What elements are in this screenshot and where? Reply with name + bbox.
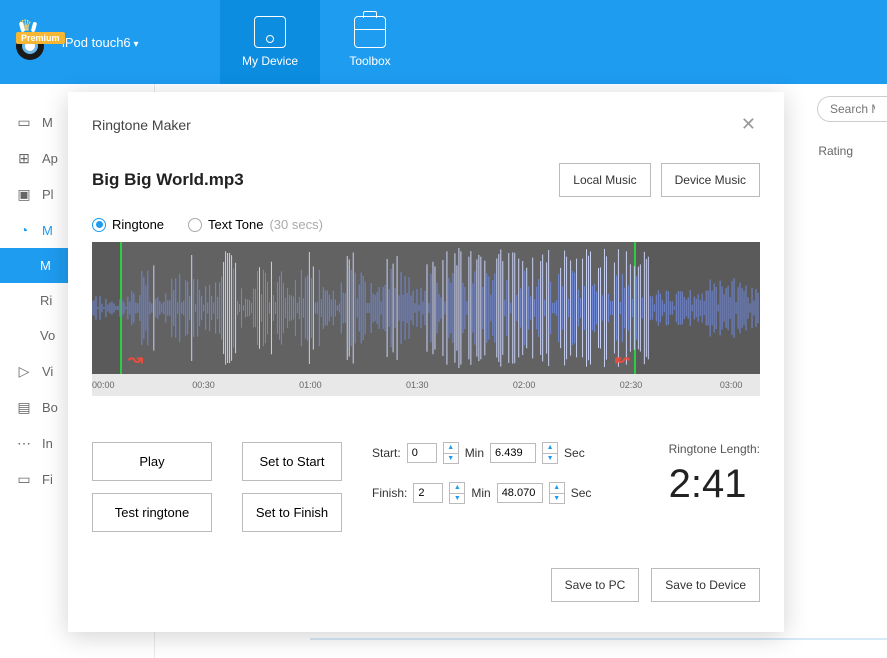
message-icon: ⋯ (16, 435, 32, 451)
start-arrow-hint-icon: ↝ (128, 349, 143, 370)
start-sec-input[interactable] (490, 443, 536, 463)
app-logo-icon: ♛ Premium (12, 22, 52, 62)
tab-toolbox[interactable]: Toolbox (320, 0, 420, 84)
chevron-up-icon: ▲ (543, 443, 557, 454)
top-navigation: ♛ Premium iPod touch6 My Device Toolbox (0, 0, 887, 84)
finish-sec-input[interactable] (497, 483, 543, 503)
rating-column-header: Rating (818, 144, 853, 158)
waveform-display[interactable]: ↝ ↝ (92, 242, 760, 374)
start-min-input[interactable] (407, 443, 437, 463)
logo-area: ♛ Premium iPod touch6 (0, 0, 220, 84)
set-to-start-button[interactable]: Set to Start (242, 442, 342, 481)
chevron-up-icon: ▲ (550, 483, 564, 494)
search-input[interactable] (817, 96, 887, 122)
start-sec-spinner[interactable]: ▲▼ (542, 442, 558, 464)
finish-time-row: Finish: ▲▼ Min ▲▼ Sec (372, 482, 591, 504)
music-icon: ◔ (16, 222, 32, 238)
chevron-down-icon: ▼ (444, 454, 458, 464)
text-tone-radio[interactable]: Text Tone(30 secs) (188, 217, 323, 232)
apps-icon: ⊞ (16, 150, 32, 166)
finish-sec-spinner[interactable]: ▲▼ (549, 482, 565, 504)
device-selector[interactable]: iPod touch6 (62, 35, 138, 50)
save-to-device-button[interactable]: Save to Device (651, 568, 760, 602)
waveform-svg (92, 242, 760, 374)
phone-icon: ▭ (16, 114, 32, 130)
chevron-up-icon: ▲ (444, 443, 458, 454)
device-icon (254, 16, 286, 48)
end-arrow-hint-icon: ↝ (615, 349, 630, 370)
device-music-button[interactable]: Device Music (661, 163, 760, 197)
chevron-up-icon: ▲ (450, 483, 464, 494)
waveform-timeline: 00:00 00:30 01:00 01:30 02:00 02:30 03:0… (92, 374, 760, 396)
set-to-finish-button[interactable]: Set to Finish (242, 493, 342, 532)
play-button[interactable]: Play (92, 442, 212, 481)
ringtone-radio[interactable]: Ringtone (92, 217, 164, 232)
folder-icon: ▭ (16, 471, 32, 487)
chevron-down-icon: ▼ (450, 494, 464, 504)
book-icon: ▤ (16, 399, 32, 415)
chevron-down-icon: ▼ (550, 494, 564, 504)
ringtone-maker-dialog: Ringtone Maker ✕ Big Big World.mp3 Local… (68, 92, 784, 632)
dialog-title: Ringtone Maker (92, 117, 191, 133)
start-time-row: Start: ▲▼ Min ▲▼ Sec (372, 442, 591, 464)
toolbox-icon (354, 16, 386, 48)
radio-unchecked-icon (188, 218, 202, 232)
audio-filename: Big Big World.mp3 (92, 170, 244, 190)
tab-my-device[interactable]: My Device (220, 0, 320, 84)
premium-badge: Premium (16, 32, 65, 44)
ringtone-length-display: Ringtone Length: 2:41 (669, 442, 760, 507)
content-divider (310, 638, 887, 640)
start-min-spinner[interactable]: ▲▼ (443, 442, 459, 464)
finish-min-spinner[interactable]: ▲▼ (449, 482, 465, 504)
local-music-button[interactable]: Local Music (559, 163, 650, 197)
test-ringtone-button[interactable]: Test ringtone (92, 493, 212, 532)
finish-min-input[interactable] (413, 483, 443, 503)
close-icon[interactable]: ✕ (737, 110, 760, 139)
save-to-pc-button[interactable]: Save to PC (551, 568, 640, 602)
chevron-down-icon: ▼ (543, 454, 557, 464)
video-icon: ▷ (16, 363, 32, 379)
photo-icon: ▣ (16, 186, 32, 202)
radio-checked-icon (92, 218, 106, 232)
